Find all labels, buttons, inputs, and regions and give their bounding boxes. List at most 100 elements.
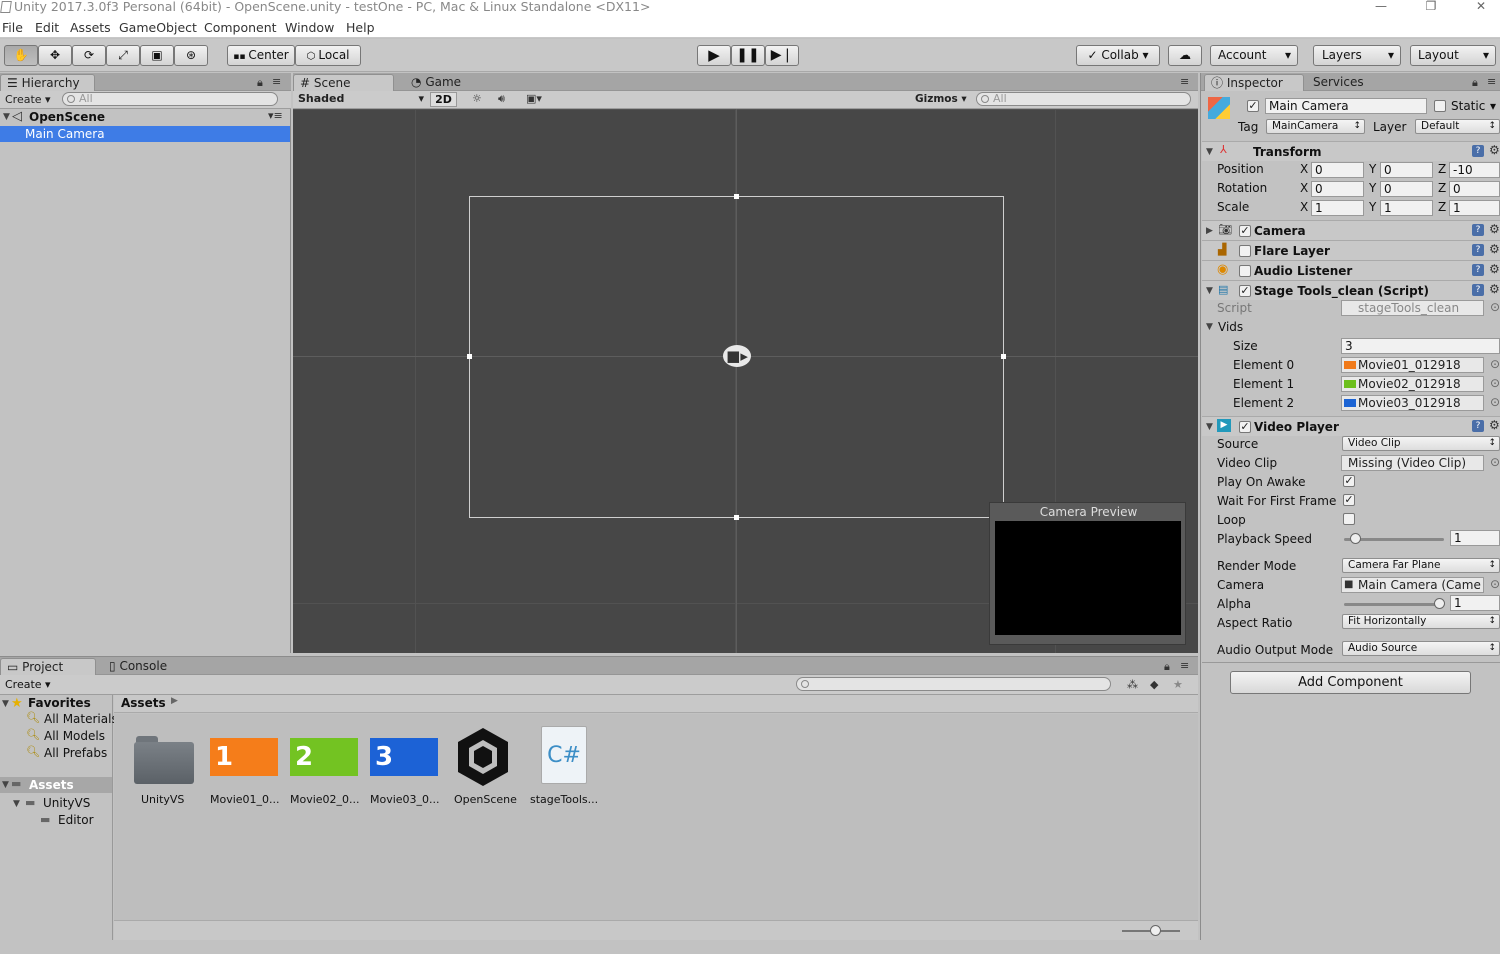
assets-root-row[interactable]: ▼ ▬ Assets <box>0 777 112 793</box>
help-icon[interactable]: ? <box>1472 224 1484 236</box>
playback-speed-slider-thumb[interactable] <box>1350 533 1361 544</box>
inspector-menu-icon[interactable]: ≡ <box>1487 75 1496 88</box>
layer-dropdown[interactable]: Default <box>1415 119 1500 134</box>
audio-output-dropdown[interactable]: Audio Source <box>1342 641 1500 656</box>
hierarchy-item-main-camera[interactable]: Main Camera <box>0 126 290 142</box>
vids-element-0-field[interactable]: Movie01_012918 <box>1341 357 1484 373</box>
audio-listener-header[interactable]: ◉ Audio Listener ? ⚙ <box>1202 260 1500 280</box>
help-icon[interactable]: ? <box>1472 264 1484 276</box>
shading-mode-dropdown[interactable]: Shaded ▾ <box>298 92 426 107</box>
frustum-handle-bottom[interactable] <box>734 515 739 520</box>
tree-editor[interactable]: Editor <box>58 813 94 827</box>
video-clip-picker-icon[interactable]: ⊙ <box>1490 455 1500 469</box>
asset-movie03[interactable]: 3 <box>370 738 438 776</box>
asset-openscene[interactable] <box>452 726 514 788</box>
account-dropdown[interactable]: Account ▾ <box>1210 45 1298 66</box>
wait-first-frame-checkbox[interactable]: ✓ <box>1343 494 1355 506</box>
gizmos-dropdown[interactable]: Gizmos ▾ <box>915 93 967 105</box>
source-dropdown[interactable]: Video Clip <box>1342 436 1500 451</box>
minimize-button[interactable]: — <box>1358 0 1404 18</box>
collab-dropdown[interactable]: ✓ Collab ▾ <box>1076 45 1160 66</box>
loop-checkbox[interactable] <box>1343 513 1355 525</box>
object-picker-icon[interactable]: ⊙ <box>1490 376 1500 390</box>
project-create-dropdown[interactable]: Create ▾ <box>5 678 51 691</box>
filter-type-icon[interactable]: ⁂ <box>1127 678 1138 691</box>
alpha-slider-thumb[interactable] <box>1434 598 1445 609</box>
asset-movie02[interactable]: 2 <box>290 738 358 776</box>
icon-size-slider-thumb[interactable] <box>1150 925 1161 936</box>
camera-component-header[interactable]: ▶ 📷︎ ✓ Camera ? ⚙ <box>1202 220 1500 240</box>
object-picker-icon[interactable]: ⊙ <box>1490 357 1500 371</box>
menu-edit[interactable]: Edit <box>35 20 59 35</box>
video-clip-field[interactable]: Missing (Video Clip) <box>1341 455 1484 471</box>
scene-row[interactable]: ▼ ◁ OpenScene ▾≡ <box>0 109 290 126</box>
gear-icon[interactable]: ⚙ <box>1489 242 1500 256</box>
menu-gameobject[interactable]: GameObject <box>119 20 197 35</box>
cloud-button[interactable]: ☁ <box>1168 45 1202 66</box>
transform-0-x-input[interactable]: 0 <box>1311 162 1364 178</box>
close-button[interactable]: ✕ <box>1458 0 1500 18</box>
transform-1-x-input[interactable]: 0 <box>1311 181 1364 197</box>
inspector-lock-icon[interactable]: 🔒︎ <box>1472 76 1478 90</box>
gear-icon[interactable]: ⚙ <box>1489 262 1500 276</box>
tab-game[interactable]: ◔ Game <box>405 74 485 91</box>
audio-icon[interactable]: 🔊︎ <box>498 92 505 106</box>
scale-tool-button[interactable]: ⤢ <box>106 45 140 66</box>
pivot-center-button[interactable]: ▪▪ Center <box>227 45 295 66</box>
breadcrumb[interactable]: Assets <box>121 696 166 710</box>
hierarchy-create-dropdown[interactable]: Create ▾ <box>5 93 51 106</box>
transform-1-y-input[interactable]: 0 <box>1380 181 1433 197</box>
gameobject-active-checkbox[interactable]: ✓ <box>1247 100 1259 112</box>
video-player-enabled-checkbox[interactable]: ✓ <box>1239 421 1251 433</box>
tab-project[interactable]: ▭ Project <box>0 658 96 675</box>
layout-dropdown[interactable]: Layout ▾ <box>1410 45 1496 66</box>
transform-2-z-input[interactable]: 1 <box>1449 200 1500 216</box>
alpha-input[interactable]: 1 <box>1450 595 1500 611</box>
camera-field[interactable]: ■ Main Camera (Came <box>1341 577 1484 593</box>
tab-scene[interactable]: # Scene <box>293 74 394 91</box>
rect-tool-button[interactable]: ▣ <box>140 45 174 66</box>
project-search-input[interactable] <box>796 677 1111 691</box>
effects-icon[interactable]: ▣▾ <box>526 92 542 105</box>
tab-inspector[interactable]: ⓘ Inspector <box>1204 74 1304 91</box>
play-on-awake-checkbox[interactable]: ✓ <box>1343 475 1355 487</box>
render-mode-dropdown[interactable]: Camera Far Plane <box>1342 558 1500 573</box>
gear-icon[interactable]: ⚙ <box>1489 282 1500 296</box>
audio-listener-enabled-checkbox[interactable] <box>1239 265 1251 277</box>
help-icon[interactable]: ? <box>1472 284 1484 296</box>
camera-picker-icon[interactable]: ⊙ <box>1490 577 1500 591</box>
static-checkbox[interactable] <box>1434 100 1446 112</box>
gameobject-name-input[interactable]: Main Camera <box>1265 98 1427 114</box>
aspect-ratio-dropdown[interactable]: Fit Horizontally <box>1342 614 1500 629</box>
scene-search-input[interactable]: All <box>976 92 1191 106</box>
alpha-slider[interactable] <box>1344 603 1444 606</box>
scene-panel-menu-icon[interactable]: ≡ <box>1180 75 1189 88</box>
frustum-handle-left[interactable] <box>467 354 472 359</box>
gear-icon[interactable]: ⚙ <box>1489 143 1500 157</box>
object-picker-icon[interactable]: ⊙ <box>1490 395 1500 409</box>
vids-size-input[interactable]: 3 <box>1341 338 1500 354</box>
stage-tools-header[interactable]: ▼ ▤ ✓ Stage Tools_clean (Script) ? ⚙ <box>1202 280 1500 300</box>
rotate-tool-button[interactable]: ⟳ <box>72 45 106 66</box>
asset-unityvs[interactable] <box>134 734 196 786</box>
move-tool-button[interactable]: ✥ <box>38 45 72 66</box>
menu-component[interactable]: Component <box>204 20 277 35</box>
playback-speed-input[interactable]: 1 <box>1450 530 1500 546</box>
fav-all-materials[interactable]: All Materials <box>44 712 118 726</box>
stage-tools-enabled-checkbox[interactable]: ✓ <box>1239 285 1251 297</box>
pivot-local-button[interactable]: ⬡ Local <box>295 45 361 66</box>
step-button[interactable]: ▶❘ <box>765 45 799 66</box>
transform-1-z-input[interactable]: 0 <box>1449 181 1500 197</box>
add-component-button[interactable]: Add Component <box>1230 671 1471 694</box>
vids-label[interactable]: Vids <box>1218 320 1243 334</box>
maximize-button[interactable]: ❐ <box>1408 0 1454 18</box>
tab-console[interactable]: ▯ Console <box>103 658 183 675</box>
transform-tool-button[interactable]: ⊛ <box>174 45 208 66</box>
scene-viewport[interactable]: ■▸ Camera Preview <box>293 109 1198 653</box>
project-lock-icon[interactable]: 🔒︎ <box>1164 660 1170 674</box>
asset-stagetools-script[interactable]: C# <box>541 726 587 784</box>
favorite-star-icon[interactable]: ★ <box>1173 678 1183 691</box>
lock-icon[interactable]: 🔒︎ <box>257 76 263 90</box>
help-icon[interactable]: ? <box>1472 244 1484 256</box>
pause-button[interactable]: ❚❚ <box>731 45 765 66</box>
